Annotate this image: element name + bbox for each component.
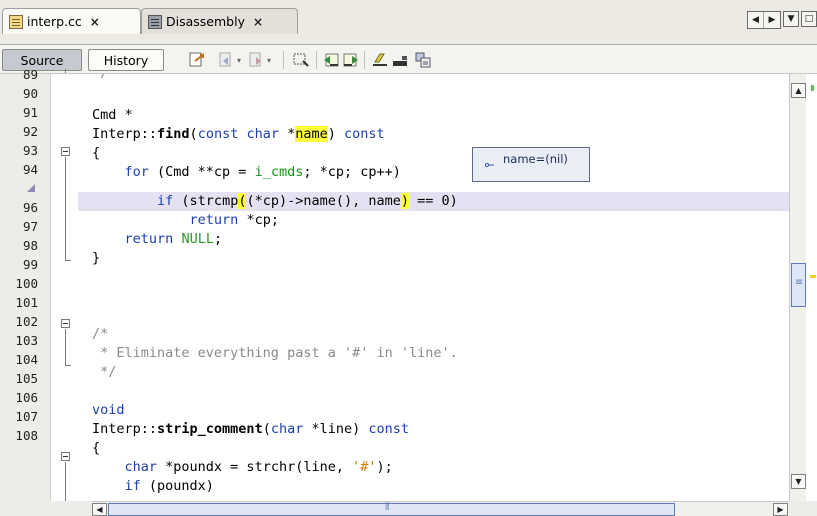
code-line: /* xyxy=(92,326,109,342)
editor-toolbar: Source History ▾ ▾ xyxy=(0,44,817,74)
line-number: 89 xyxy=(22,67,38,82)
scroll-left-icon[interactable]: ◀ xyxy=(92,503,107,516)
forward-dropdown-icon[interactable]: ▾ xyxy=(267,56,271,65)
line-number: 90 xyxy=(22,86,38,101)
scroll-tabs-right-icon[interactable]: ▶ xyxy=(764,12,780,28)
variable-value-tooltip: name=(nil) xyxy=(472,147,590,182)
back-dropdown-icon[interactable]: ▾ xyxy=(237,56,241,65)
show-opened-documents-icon[interactable]: ▼ xyxy=(783,11,799,27)
code-line: { xyxy=(92,145,101,161)
horizontal-scrollbar[interactable]: ◀ ▶ xyxy=(92,501,789,516)
code-editor[interactable]: 89 90 91 92 93 94 96 97 98 99 100 101 10… xyxy=(0,67,817,516)
scroll-right-icon[interactable]: ▶ xyxy=(773,503,788,516)
tab-navigation: ◀ ▶ ▼ □ xyxy=(747,11,817,29)
last-edit-icon[interactable] xyxy=(189,52,205,68)
code-line-current: if (strcmp((*cp)->name(), name) == 0) xyxy=(157,193,458,209)
code-line: Interp::find(const char *name) const xyxy=(92,126,385,142)
line-number: 100 xyxy=(15,276,38,291)
find-next-icon[interactable] xyxy=(343,52,359,68)
maximize-window-icon[interactable]: □ xyxy=(801,11,817,27)
tab-interp-cc[interactable]: interp.cc × xyxy=(2,8,141,34)
line-number: 103 xyxy=(15,333,38,348)
line-number: 93 xyxy=(22,143,38,158)
line-number: 99 xyxy=(22,257,38,272)
current-pc-annotation-icon[interactable] xyxy=(26,183,36,193)
line-number-gutter[interactable]: 89 90 91 92 93 94 96 97 98 99 100 101 10… xyxy=(0,67,51,501)
line-number: 102 xyxy=(15,314,38,329)
code-line: void xyxy=(92,402,125,418)
scroll-down-icon[interactable]: ▼ xyxy=(791,474,806,489)
tab-label: interp.cc xyxy=(27,14,82,29)
fold-guide xyxy=(65,69,66,73)
code-line: return *cp; xyxy=(189,212,279,228)
annotation-mark[interactable] xyxy=(810,275,816,278)
fold-collapse-icon[interactable] xyxy=(61,319,70,328)
fold-collapse-icon[interactable] xyxy=(61,452,70,461)
variable-icon xyxy=(485,163,494,167)
fold-guide-end xyxy=(65,260,71,261)
scrollbar-corner xyxy=(789,501,817,516)
error-stripe[interactable] xyxy=(807,74,817,501)
find-selection-icon[interactable] xyxy=(293,52,309,68)
toolbar-separator xyxy=(364,51,365,69)
scroll-up-icon[interactable]: ▲ xyxy=(791,83,806,98)
fold-guide xyxy=(65,157,66,260)
line-number: 94 xyxy=(22,162,38,177)
line-number: 101 xyxy=(15,295,38,310)
horizontal-scroll-thumb[interactable] xyxy=(108,502,675,516)
line-number: 104 xyxy=(15,352,38,367)
scrollbar-corner xyxy=(0,501,92,516)
scroll-tabs-left-icon[interactable]: ◀ xyxy=(748,12,764,28)
start-macro-recording-icon[interactable] xyxy=(415,52,431,68)
status-ok-mark[interactable] xyxy=(811,85,814,91)
tab-scroll-group: ◀ ▶ xyxy=(747,11,781,29)
line-number: 96 xyxy=(22,200,38,215)
cpp-file-icon xyxy=(9,14,23,29)
line-number: 108 xyxy=(15,428,38,443)
code-line: * Eliminate everything past a '#' in 'li… xyxy=(92,345,458,361)
line-number: 107 xyxy=(15,409,38,424)
editor-tab-strip: interp.cc × Disassembly × ◀ ▶ ▼ □ xyxy=(0,0,817,44)
close-tab-icon[interactable]: × xyxy=(253,15,263,29)
disassembly-icon xyxy=(148,14,162,29)
code-folding-margin xyxy=(51,69,78,501)
toggle-highlight-search-icon[interactable] xyxy=(372,52,388,68)
toggle-rectangular-selection-icon[interactable] xyxy=(392,52,408,68)
code-line: return NULL; xyxy=(124,231,223,247)
close-tab-icon[interactable]: × xyxy=(90,15,100,29)
tooltip-text: name=(nil) xyxy=(503,152,568,166)
line-number: 92 xyxy=(22,124,38,139)
code-line: */ xyxy=(92,74,108,83)
tab-disassembly[interactable]: Disassembly × xyxy=(141,8,298,34)
fold-guide-end xyxy=(65,365,71,366)
find-previous-icon[interactable] xyxy=(323,52,339,68)
fold-guide xyxy=(65,329,66,365)
forward-icon[interactable] xyxy=(249,52,265,68)
toolbar-separator xyxy=(316,51,317,69)
code-line: char *poundx = strchr(line, '#'); xyxy=(124,459,393,475)
tab-label: Disassembly xyxy=(166,14,245,29)
code-line: for (Cmd **cp = i_cmds; *cp; cp++) xyxy=(124,164,401,180)
code-line: */ xyxy=(92,364,117,380)
code-line: if (poundx) xyxy=(124,478,214,494)
fold-collapse-icon[interactable] xyxy=(61,147,70,156)
history-view-button[interactable]: History xyxy=(88,49,164,71)
vertical-scrollbar[interactable]: ▲ ▼ xyxy=(789,74,806,501)
code-line: Cmd * xyxy=(92,107,133,123)
code-line: } xyxy=(92,250,101,266)
line-number: 105 xyxy=(15,371,38,386)
code-text-area[interactable]: */ Cmd * Interp::find(const char *name) … xyxy=(78,74,789,501)
vertical-scroll-thumb[interactable] xyxy=(791,263,806,307)
code-line: Interp::strip_comment(char *line) const xyxy=(92,421,410,437)
fold-guide xyxy=(65,462,66,501)
line-number: 106 xyxy=(15,390,38,405)
back-icon[interactable] xyxy=(219,52,235,68)
toolbar-separator xyxy=(283,51,284,69)
line-number: 91 xyxy=(22,105,38,120)
line-number: 98 xyxy=(22,238,38,253)
line-number: 97 xyxy=(22,219,38,234)
code-line: { xyxy=(92,440,101,456)
